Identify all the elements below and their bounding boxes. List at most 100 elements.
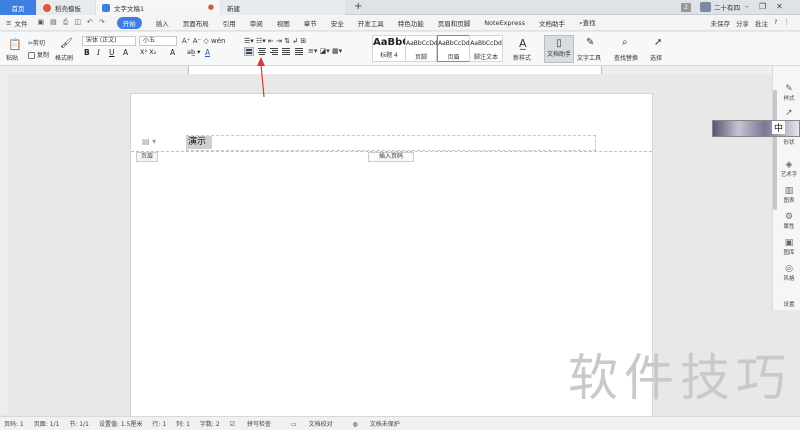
ime-toolbar[interactable] (712, 120, 800, 137)
file-menu[interactable]: ≡ 文件 (6, 18, 27, 28)
align-right-button[interactable] (269, 47, 279, 56)
header-options-icon[interactable]: ▤ ▾ (142, 137, 156, 146)
tab-start[interactable]: 开始 (116, 16, 142, 29)
select-icon[interactable]: ➚ (654, 37, 662, 48)
side-properties[interactable]: ⚙ 属性 (778, 212, 800, 230)
text-color-icon[interactable]: A (205, 48, 210, 57)
style-footnote[interactable]: AaBbCcDd 脚注文本 (469, 35, 503, 62)
new-tab-icon[interactable]: + (354, 1, 362, 12)
copy-button[interactable]: 复制 (28, 50, 49, 59)
style-footer[interactable]: AaBbCcDd 页脚 (405, 35, 438, 62)
side-properties-label: 属性 (783, 224, 795, 230)
spacing-icons[interactable]: ≡▾ ◪▾ ▦▾ (308, 47, 342, 55)
paste-button[interactable]: 粘贴 (6, 53, 18, 62)
comment-button[interactable]: 批注 (755, 18, 768, 28)
grow-font-icon[interactable]: A⁺ A⁻ ◇ wén (182, 37, 226, 45)
tab-document[interactable]: 文字文稿1 ● (96, 0, 220, 15)
side-select[interactable]: ➚ (778, 108, 800, 118)
style-footnote-label: 脚注文本 (473, 54, 498, 61)
print-icon[interactable]: ⎙ (63, 18, 69, 27)
char-border-icon[interactable]: ab̲ ▾ (187, 48, 200, 56)
side-settings[interactable]: 设置 (778, 300, 800, 308)
user-account[interactable]: 二十有四 (700, 2, 740, 12)
tab-template[interactable]: 稻壳模板 (37, 0, 95, 15)
tab-search[interactable]: ⌕查找 (579, 17, 596, 28)
more-icon[interactable]: ⋮ (784, 18, 791, 28)
text-tools-button[interactable]: 文字工具 (577, 53, 601, 62)
user-name: 二十有四 (714, 4, 740, 12)
help-icon[interactable]: ? (774, 18, 777, 28)
style-heading4[interactable]: AaBbC 标题 4 (372, 35, 410, 62)
side-style-theme[interactable]: ◎ 风格 (778, 264, 800, 282)
side-art-text[interactable]: ◈ 艺术字 (778, 160, 800, 178)
doc-assistant-button[interactable]: ▯ 文档助手 (544, 35, 574, 63)
tab-doc-assistant[interactable]: 文档助手 (539, 18, 565, 28)
tab-features[interactable]: 特色功能 (398, 18, 424, 28)
style-footer-label: 页脚 (414, 54, 427, 61)
justify-button[interactable] (281, 47, 291, 56)
unsaved-button[interactable]: 未保存 (711, 18, 731, 28)
tab-chapter[interactable]: 章节 (304, 18, 317, 28)
distribute-button[interactable] (294, 47, 304, 56)
cut-button[interactable]: ✂剪切 (28, 38, 45, 47)
quick-access: ▣ ▤ ⎙ ◫ ↶ ↷ (37, 18, 104, 27)
format-painter-button[interactable]: 格式刷 (55, 53, 73, 62)
redo-icon[interactable]: ↷ (99, 18, 105, 27)
side-chart[interactable]: ▥ 图表 (778, 186, 800, 204)
proofread-button[interactable]: ▭ 文档校对 (291, 419, 343, 428)
align-center-button[interactable] (257, 47, 267, 56)
new-style-button[interactable]: 新样式 (513, 53, 531, 62)
side-shapes[interactable]: 形状 (778, 138, 800, 146)
paste-icon[interactable]: 📋 (8, 38, 22, 51)
style-header[interactable]: AaBbCcDd 页眉 (437, 35, 470, 62)
highlight-icon[interactable]: A (170, 48, 175, 57)
tab-view[interactable]: 视图 (277, 18, 290, 28)
spell-check-button[interactable]: ☑ 拼写检查 (230, 419, 281, 428)
tab-new[interactable]: 新建 (221, 0, 345, 15)
strikethrough-icon[interactable]: X² X₂ (140, 48, 156, 56)
share-button[interactable]: 分享 (736, 18, 749, 28)
count-badge[interactable]: 2 (681, 3, 691, 12)
insert-page-number-button[interactable]: 插入页码 (368, 152, 414, 162)
format-painter-icon[interactable]: 🖌 (60, 38, 73, 49)
undo-icon[interactable]: ↶ (87, 18, 93, 27)
font-color-icon[interactable]: A (123, 48, 128, 57)
tab-references[interactable]: 引用 (223, 18, 236, 28)
maximize-icon[interactable]: ❐ (759, 2, 766, 11)
align-left-button[interactable] (244, 47, 254, 56)
vertical-ruler (0, 74, 8, 414)
new-style-icon[interactable]: A̲ (519, 37, 527, 50)
preview-icon[interactable]: ◫ (74, 18, 81, 27)
italic-button[interactable]: I (97, 48, 100, 57)
tab-page-layout[interactable]: 页面布局 (183, 18, 209, 28)
header-area[interactable] (186, 135, 596, 151)
tab-review[interactable]: 审阅 (250, 18, 263, 28)
style-footnote-sample: AaBbCcDd (470, 40, 502, 47)
tab-developer[interactable]: 开发工具 (358, 18, 384, 28)
close-window-icon[interactable]: ✕ (776, 2, 783, 11)
underline-button[interactable]: U (109, 48, 115, 57)
tab-header-footer[interactable]: 页眉和页脚 (438, 18, 471, 28)
tab-security[interactable]: 安全 (331, 18, 344, 28)
tab-close-icon[interactable]: ● (208, 3, 214, 11)
header-text[interactable]: 演示 (186, 136, 212, 149)
find-replace-icon[interactable]: ⌕ (622, 37, 628, 48)
select-button[interactable]: 选择 (650, 53, 662, 62)
status-words[interactable]: 字数: 2 (200, 419, 220, 428)
side-gallery[interactable]: ▣ 图库 (778, 238, 800, 256)
side-styles[interactable]: ✎ 样式 (778, 84, 800, 102)
tab-home[interactable]: 首页 (0, 0, 36, 15)
font-size-select[interactable]: 小五 (139, 36, 177, 46)
print-preview-icon[interactable]: ▤ (50, 18, 57, 27)
ime-language[interactable]: 中 (772, 121, 786, 134)
protect-status[interactable]: ◍ 文档未保护 (353, 419, 410, 428)
minimize-icon[interactable]: – (745, 2, 749, 11)
find-replace-button[interactable]: 查找替换 (614, 53, 638, 62)
tab-insert[interactable]: 插入 (156, 18, 169, 28)
bold-button[interactable]: B (84, 48, 90, 57)
save-icon[interactable]: ▣ (37, 18, 44, 27)
text-tools-icon[interactable]: ✎ (586, 37, 594, 48)
tab-noteexpress[interactable]: NoteExpress (484, 19, 525, 27)
font-select[interactable]: 宋体 (正文) (82, 36, 136, 46)
list-icons[interactable]: ☰▾ ☷▾ ⇤ ⇥ ⇅ ↲ ⊞ (244, 37, 306, 45)
